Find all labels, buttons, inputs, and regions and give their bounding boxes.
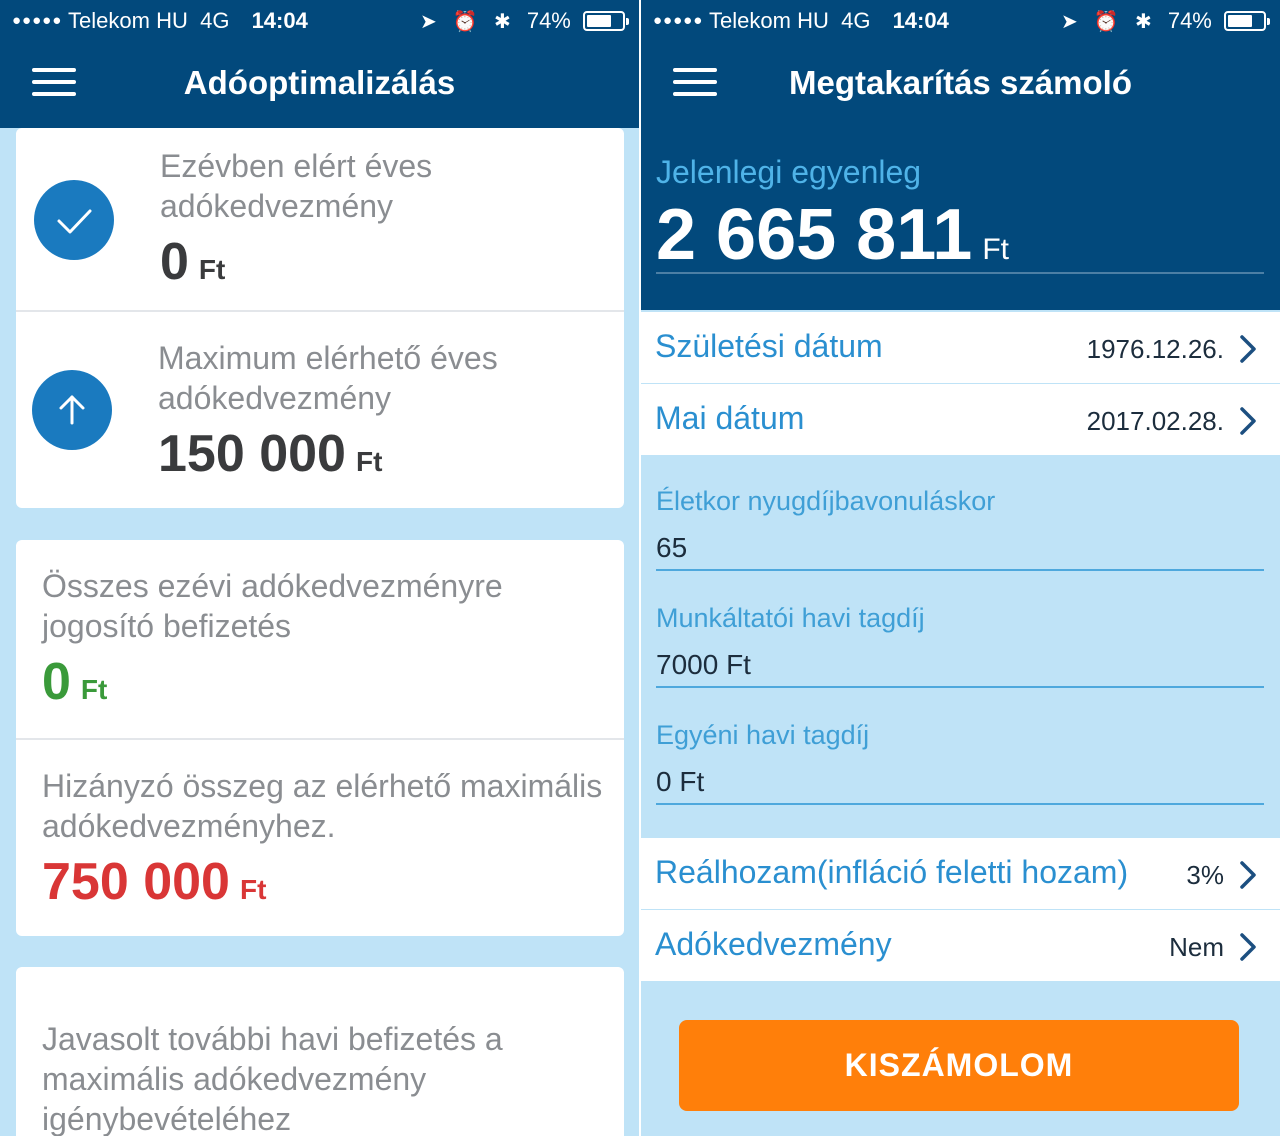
signal-strength-icon: ●●●●●: [653, 12, 704, 29]
checkmark-icon: [34, 180, 114, 260]
bluetooth-icon: ✱: [493, 11, 511, 33]
tax-benefit-card: Ezévben elért éves adókedvezmény 0 Ft Max…: [16, 128, 624, 508]
status-bar: ●●●●● Telekom HU 4G 14:04 ➤ ⏰ ✱ 74%: [641, 0, 1280, 42]
total-payment-value: 0 Ft: [42, 653, 108, 711]
missing-amount-value: 750 000 Ft: [42, 853, 267, 911]
arrow-up-icon: [32, 370, 112, 450]
suggested-payment-label: Javasolt további havi befizetés a maximá…: [42, 1021, 503, 1136]
retirement-age-label: Életkor nyugdíjbavonuláskor: [656, 486, 996, 516]
chevron-right-icon: [1240, 861, 1256, 889]
achieved-benefit-value: 0 Ft: [160, 233, 226, 291]
network-type: 4G: [841, 8, 871, 33]
signal-strength-icon: ●●●●●: [12, 12, 63, 29]
balance-value: 2 665 811 Ft: [656, 195, 1010, 275]
chevron-right-icon: [1240, 407, 1256, 435]
tax-benefit-row[interactable]: Adókedvezmény Nem: [641, 910, 1280, 981]
payment-summary-card: Összes ezévi adókedvezményre jogosító be…: [16, 540, 624, 936]
achieved-benefit-row: Ezévben elért éves adókedvezmény 0 Ft: [16, 128, 624, 310]
tax-optimization-screen: ●●●●● Telekom HU 4G 14:04 ➤ ⏰ ✱ 74% Adóo…: [0, 0, 639, 1136]
balance-panel: Jelenlegi egyenleg 2 665 811 Ft: [641, 128, 1280, 310]
battery-percent: 74%: [1167, 8, 1212, 33]
battery-percent: 74%: [526, 8, 571, 33]
personal-fee-input[interactable]: 0 Ft: [656, 763, 1264, 805]
today-date-value: 2017.02.28.: [1086, 406, 1224, 436]
balance-label: Jelenlegi egyenleg: [656, 154, 922, 190]
alarm-clock-icon: ⏰: [452, 11, 478, 33]
total-payment-row: Összes ezévi adókedvezményre jogosító be…: [16, 540, 624, 738]
birth-date-label: Születési dátum: [655, 328, 883, 364]
nav-bar: Adóoptimalizálás: [0, 42, 639, 128]
page-title: Adóoptimalizálás: [183, 64, 456, 101]
balance-underline: [656, 272, 1264, 274]
real-yield-value: 3%: [1186, 860, 1224, 890]
real-yield-row[interactable]: Reálhozam(infláció feletti hozam) 3%: [641, 838, 1280, 909]
savings-calculator-screen: ●●●●● Telekom HU 4G 14:04 ➤ ⏰ ✱ 74% Megt…: [641, 0, 1280, 1136]
total-payment-label: Összes ezévi adókedvezményre jogosító be…: [42, 568, 503, 644]
birth-date-row[interactable]: Születési dátum 1976.12.26.: [641, 312, 1280, 383]
missing-amount-row: Hizányzó összeg az elérhető maximális ad…: [16, 738, 624, 936]
nav-bar: Megtakarítás számoló: [641, 42, 1280, 128]
achieved-benefit-label: Ezévben elért éves adókedvezmény: [160, 148, 433, 224]
maximum-benefit-row: Maximum elérhető éves adókedvezmény 150 …: [16, 310, 624, 508]
carrier-name: Telekom HU: [709, 8, 829, 33]
status-time: 14:04: [251, 8, 308, 33]
battery-icon: [583, 11, 629, 31]
location-arrow-icon: ➤: [420, 11, 437, 33]
personal-fee-label: Egyéni havi tagdíj: [656, 720, 870, 750]
carrier-name: Telekom HU: [68, 8, 188, 33]
employer-fee-label: Munkáltatói havi tagdíj: [656, 603, 925, 633]
alarm-clock-icon: ⏰: [1093, 11, 1119, 33]
chevron-right-icon: [1240, 933, 1256, 961]
chevron-right-icon: [1240, 335, 1256, 363]
suggested-payment-card: Javasolt további havi befizetés a maximá…: [16, 967, 624, 1136]
bluetooth-icon: ✱: [1134, 11, 1152, 33]
employer-fee-input[interactable]: 7000 Ft: [656, 646, 1264, 688]
maximum-benefit-label: Maximum elérhető éves adókedvezmény: [158, 340, 498, 416]
today-date-row[interactable]: Mai dátum 2017.02.28.: [641, 384, 1280, 455]
status-time: 14:04: [892, 8, 949, 33]
employer-fee-field: Munkáltatói havi tagdíj 7000 Ft: [656, 603, 1264, 688]
location-arrow-icon: ➤: [1061, 11, 1078, 33]
birth-date-value: 1976.12.26.: [1086, 334, 1224, 364]
tax-benefit-value: Nem: [1169, 932, 1224, 962]
page-title: Megtakarítás számoló: [789, 64, 1132, 101]
personal-fee-field: Egyéni havi tagdíj 0 Ft: [656, 720, 1264, 805]
retirement-age-field: Életkor nyugdíjbavonuláskor 65: [656, 486, 1264, 571]
tax-benefit-label: Adókedvezmény: [655, 926, 892, 962]
missing-amount-label: Hizányzó összeg az elérhető maximális ad…: [42, 768, 603, 844]
network-type: 4G: [200, 8, 230, 33]
retirement-age-input[interactable]: 65: [656, 529, 1264, 571]
today-date-label: Mai dátum: [655, 400, 805, 436]
real-yield-label: Reálhozam(infláció feletti hozam): [655, 854, 1129, 890]
status-bar: ●●●●● Telekom HU 4G 14:04 ➤ ⏰ ✱ 74%: [0, 0, 639, 42]
battery-icon: [1224, 11, 1270, 31]
calculate-button[interactable]: KISZÁMOLOM: [679, 1020, 1239, 1111]
maximum-benefit-value: 150 000 Ft: [158, 425, 383, 483]
